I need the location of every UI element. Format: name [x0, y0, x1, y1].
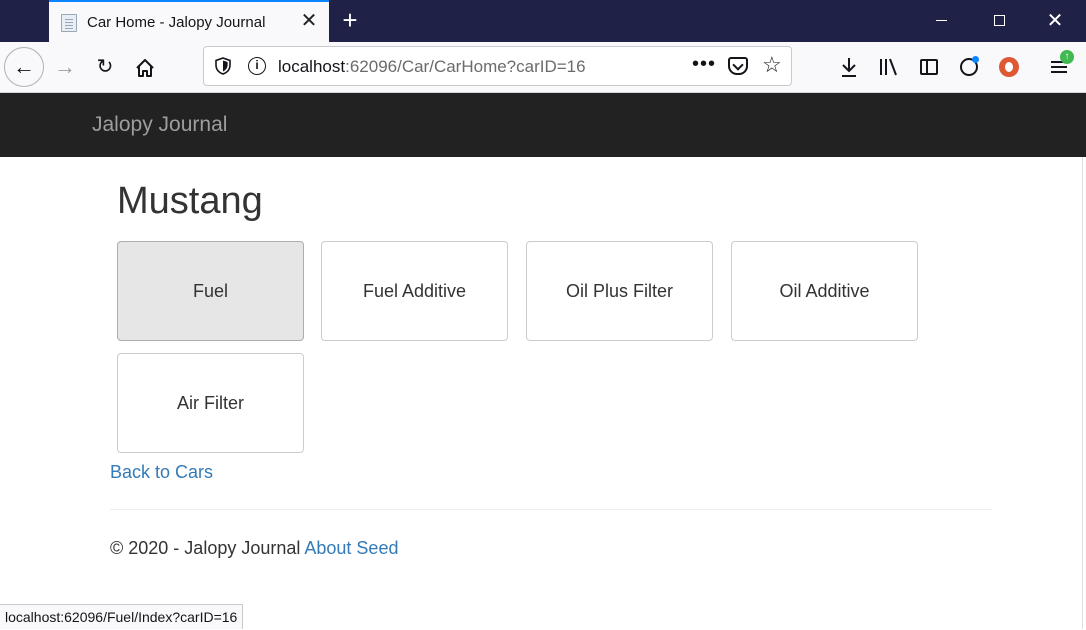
fuel-button[interactable]: Fuel — [117, 241, 304, 341]
about-seed-link[interactable]: About Seed — [304, 538, 398, 558]
update-available-icon: ↑ — [1060, 50, 1074, 64]
fuel-additive-button[interactable]: Fuel Additive — [321, 241, 508, 341]
url-text[interactable]: localhost:62096/Car/CarHome?carID=16 — [278, 57, 586, 77]
back-button[interactable]: ← — [4, 47, 44, 87]
status-bar: localhost:62096/Fuel/Index?carID=16 — [0, 604, 244, 629]
new-tab-button[interactable]: + — [338, 7, 362, 33]
tracking-protection-shield-icon[interactable] — [214, 57, 232, 75]
window-edge — [1082, 157, 1086, 629]
site-info-icon[interactable]: i — [248, 57, 266, 75]
duckduckgo-icon[interactable] — [996, 52, 1022, 80]
close-tab-icon[interactable]: ✕ — [299, 11, 319, 31]
maximize-button[interactable] — [984, 8, 1014, 34]
page-title: Mustang — [117, 180, 263, 222]
oil-plus-filter-button[interactable]: Oil Plus Filter — [526, 241, 713, 341]
page-icon — [61, 14, 77, 32]
browser-titlebar: Car Home - Jalopy Journal ✕ + ✕ — [0, 0, 1086, 42]
reload-button[interactable]: ↻ — [90, 52, 120, 82]
back-to-cars-link[interactable]: Back to Cars — [110, 462, 213, 483]
copyright-text: © 2020 - Jalopy Journal — [110, 538, 301, 558]
forward-button[interactable]: → — [50, 52, 80, 82]
footer-divider — [110, 509, 992, 510]
close-window-button[interactable]: ✕ — [1040, 8, 1070, 34]
site-navbar: Jalopy Journal — [0, 93, 1086, 157]
home-button[interactable] — [130, 52, 160, 82]
site-brand-link[interactable]: Jalopy Journal — [92, 113, 227, 137]
pocket-icon[interactable] — [728, 57, 748, 75]
page-actions-icon[interactable]: ••• — [692, 53, 716, 76]
address-bar[interactable]: i localhost:62096/Car/CarHome?carID=16 •… — [203, 46, 792, 86]
air-filter-button[interactable]: Air Filter — [117, 353, 304, 453]
browser-tab[interactable]: Car Home - Jalopy Journal ✕ — [49, 0, 329, 42]
oil-additive-button[interactable]: Oil Additive — [731, 241, 918, 341]
account-icon[interactable] — [956, 52, 982, 80]
minimize-button[interactable] — [926, 8, 956, 34]
tab-title: Car Home - Jalopy Journal — [87, 14, 266, 31]
download-icon[interactable] — [836, 52, 862, 80]
sidebar-icon[interactable] — [916, 52, 942, 80]
footer: © 2020 - Jalopy Journal About Seed — [110, 538, 398, 559]
library-icon[interactable] — [876, 52, 902, 80]
bookmark-star-icon[interactable]: ☆ — [762, 52, 782, 78]
